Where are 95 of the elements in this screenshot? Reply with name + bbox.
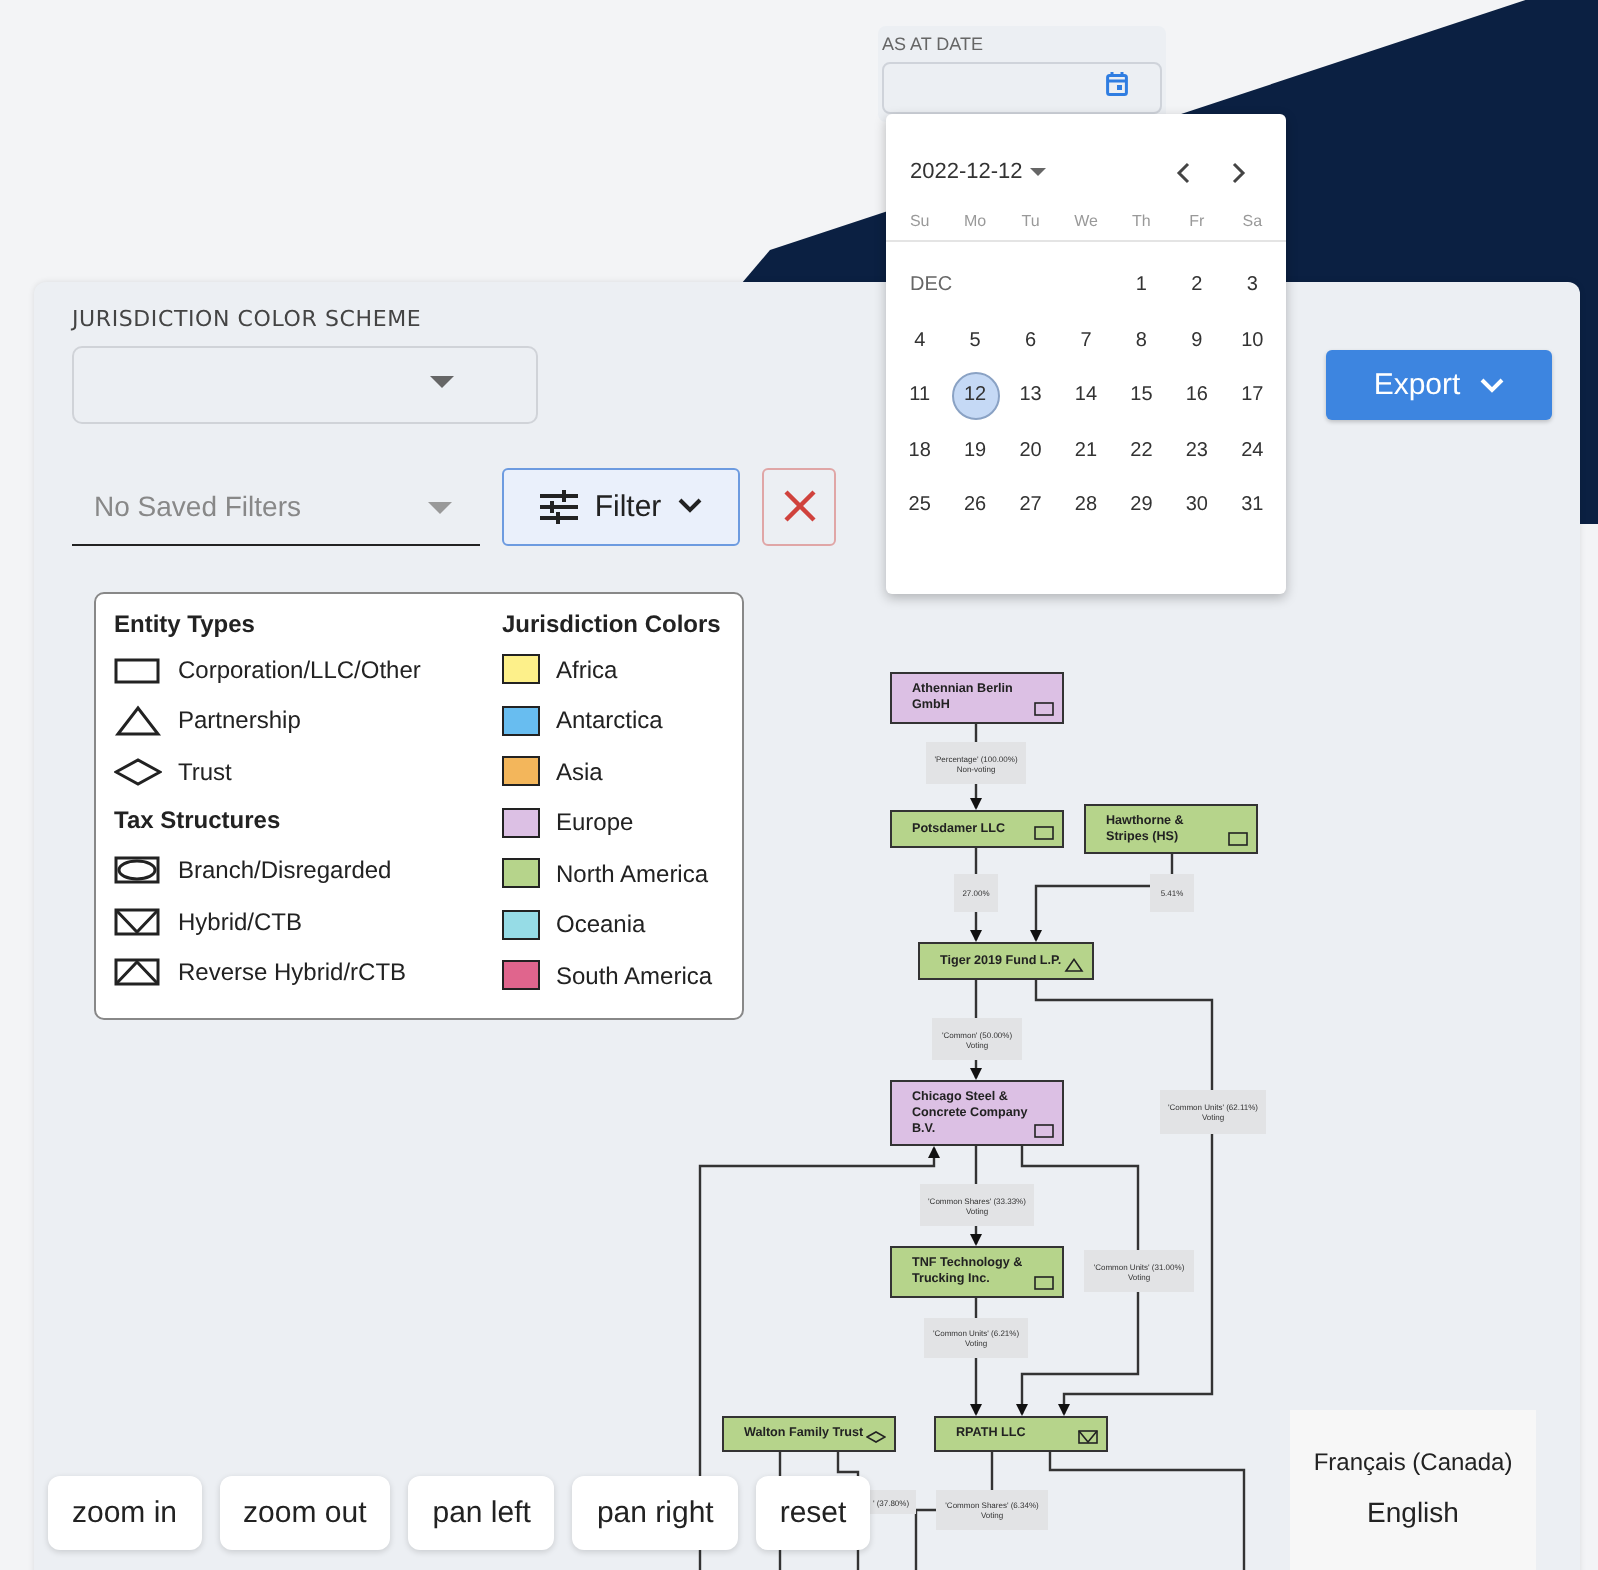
calendar-day[interactable]: 2 [1172, 261, 1221, 310]
calendar-day[interactable]: 13 [1006, 371, 1055, 420]
calendar-day[interactable]: 18 [895, 426, 944, 475]
triangle-icon [1064, 958, 1084, 972]
calendar-day[interactable]: 30 [1172, 481, 1221, 530]
diagram-control-button[interactable]: reset [755, 1476, 871, 1550]
weekday-label: Th [1132, 212, 1151, 230]
calendar-icon [1106, 72, 1128, 96]
hybrid-icon [114, 905, 162, 938]
calendar-day[interactable]: 5 [951, 316, 1000, 365]
legend-label: North America [556, 859, 709, 888]
legend-heading: Tax Structures [114, 805, 283, 833]
legend-label: Europe [556, 808, 634, 837]
calendar-day[interactable]: 28 [1061, 481, 1110, 530]
calendar-day[interactable]: 7 [1061, 316, 1110, 365]
field-label: JURISDICTION COLOR SCHEME [72, 306, 422, 332]
calendar-day[interactable]: 12 [951, 371, 1000, 420]
calendar-day[interactable]: 19 [951, 426, 1000, 475]
weekday-label: We [1074, 212, 1098, 230]
calendar-day[interactable]: 8 [1117, 316, 1166, 365]
legend-label: Antarctica [556, 706, 663, 735]
chevron-left-icon [1175, 161, 1189, 183]
calendar-day[interactable]: 14 [1061, 371, 1110, 420]
calendar-day[interactable]: 1 [1117, 261, 1166, 310]
calendar-day[interactable]: 11 [895, 371, 944, 420]
calendar-day[interactable]: 4 [895, 316, 944, 365]
weekday-label: Tu [1021, 212, 1040, 230]
calendar-day[interactable]: 26 [951, 481, 1000, 530]
calendar-day[interactable]: 29 [1117, 481, 1166, 530]
hybrid-icon [1078, 1430, 1098, 1444]
rectangle-icon [1034, 826, 1054, 840]
calendar-day[interactable]: 22 [1117, 426, 1166, 475]
legend-heading: Jurisdiction Colors [502, 610, 721, 638]
chevron-right-icon [1231, 161, 1245, 183]
language-option[interactable]: Français (Canada) [1313, 1448, 1513, 1476]
diamond-icon [866, 1430, 886, 1444]
legend-label: Corporation/LLC/Other [178, 655, 421, 684]
sliders-icon [540, 489, 579, 523]
filter-button[interactable]: Filter [502, 467, 740, 545]
legend-label: Africa [556, 655, 618, 684]
month-label: DEC [908, 274, 953, 297]
legend-label: Asia [556, 757, 603, 786]
calendar-day[interactable]: 21 [1061, 426, 1110, 475]
saved-filters-dropdown[interactable]: No Saved Filters [72, 466, 480, 546]
diagram-control-button[interactable]: pan right [572, 1476, 738, 1550]
legend-label: South America [556, 961, 713, 990]
legend-label: Partnership [178, 706, 301, 735]
reverse-icon [114, 956, 162, 989]
export-button[interactable]: Export [1326, 350, 1552, 420]
language-option[interactable]: English [1367, 1496, 1459, 1528]
diagram-control-button[interactable]: zoom out [219, 1476, 391, 1550]
branch-icon [114, 854, 162, 887]
calendar-day[interactable]: 20 [1006, 426, 1055, 475]
date-field[interactable] [882, 62, 1162, 114]
calendar-day[interactable]: 24 [1228, 426, 1277, 475]
caret-icon [428, 502, 452, 514]
calendar-day[interactable]: 6 [1006, 316, 1055, 365]
close-icon [783, 490, 815, 522]
clear-button[interactable] [762, 467, 836, 545]
rectangle-icon [114, 653, 162, 686]
diagram-control-button[interactable]: zoom in [48, 1476, 202, 1550]
calendar-day[interactable]: 27 [1006, 481, 1055, 530]
rectangle-icon [1034, 1276, 1054, 1290]
calendar-day[interactable]: 15 [1117, 371, 1166, 420]
legend-label: Oceania [556, 910, 646, 939]
caret-icon [430, 376, 454, 388]
legend-label: Branch/Disregarded [178, 856, 392, 885]
calendar-day[interactable]: 16 [1172, 371, 1221, 420]
legend-heading: Entity Types [114, 610, 257, 638]
calendar-day[interactable]: 31 [1228, 481, 1277, 530]
calendar-day[interactable]: 10 [1228, 316, 1277, 365]
weekday-label: Mo [964, 212, 987, 230]
weekday-label: Su [909, 212, 930, 230]
calendar-day[interactable]: 9 [1172, 316, 1221, 365]
calendar-day[interactable]: 25 [895, 481, 944, 530]
weekday-label: Sa [1242, 212, 1263, 230]
diagram-control-button[interactable]: pan left [408, 1476, 555, 1550]
legend-label: Reverse Hybrid/rCTB [178, 958, 407, 987]
legend-label: Trust [178, 757, 232, 786]
caret-icon [1030, 168, 1047, 176]
rectangle-icon [1034, 702, 1054, 716]
color-scheme-dropdown[interactable] [72, 346, 538, 424]
legend-label: Hybrid/CTB [178, 907, 303, 936]
rectangle-icon [1228, 832, 1248, 846]
weekday-label: Fr [1189, 212, 1205, 230]
calendar-day[interactable]: 17 [1228, 371, 1277, 420]
rectangle-icon [1034, 1124, 1054, 1138]
triangle-icon [114, 704, 162, 737]
calendar-day[interactable]: 23 [1172, 426, 1221, 475]
chevron-down-icon [677, 498, 702, 514]
month-year-selector[interactable]: 2022-12-12 [910, 160, 1047, 184]
diamond-icon [114, 755, 162, 788]
chevron-down-icon [1480, 377, 1505, 393]
calendar-day[interactable]: 3 [1228, 261, 1277, 310]
field-label: AS AT DATE [882, 34, 984, 54]
